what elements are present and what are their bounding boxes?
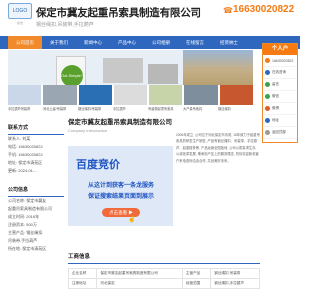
- business-table: 企业名称 保定市冀友起重吊索具制造有限公司 主营产品 钢丝绳扣,吊装带 注册地址 河北保定…: [67, 268, 260, 289]
- product-thumb[interactable]: [184, 85, 218, 105]
- company-logo[interactable]: LOGO: [8, 3, 32, 19]
- top-icon: [265, 130, 270, 135]
- nav-item-3[interactable]: 产品中心: [110, 36, 144, 49]
- panel-item-label: 16630020822: [272, 58, 294, 63]
- panel-item[interactable]: 微博: [263, 103, 297, 115]
- product-thumbnails: [8, 85, 253, 105]
- company-info-line: 吊装带,手拉葫芦: [8, 238, 38, 243]
- table-cell: 钢丝绳扣,手拉葫芦: [210, 278, 260, 289]
- business-heading: 工商信息: [68, 252, 260, 264]
- contact-heading: 联系方式: [8, 122, 64, 135]
- company-info-heading: 公司信息: [8, 184, 64, 197]
- panel-item[interactable]: 在线咨询: [263, 67, 297, 79]
- map-icon: [265, 118, 270, 123]
- company-info-line: 主营产品: 钢丝绳扣,: [8, 230, 44, 235]
- ad-banner[interactable]: 百度竞价 从这计到获客一条龙服务 保证搜索结果页面到展示 点击查看 ▶ ☝: [68, 146, 173, 226]
- table-cell: 注册地址: [67, 278, 98, 289]
- company-info-list: 公司名称: 保定市冀友 起重吊索具制造有限公司 成立时间: 2016年 注册资本: 5…: [8, 197, 64, 253]
- main-nav: 公司首页 关于我们 新闻中心 产品中心 公司相册 在线留言 招贤纳士: [0, 36, 300, 49]
- ad-logo: 百度竞价: [76, 159, 120, 171]
- product-thumb[interactable]: [113, 85, 148, 105]
- panel-item[interactable]: 微信: [263, 91, 297, 103]
- panel-item-label: 在线咨询: [272, 70, 286, 74]
- banner-product-image-2: [148, 64, 178, 84]
- phone-icon: [265, 58, 270, 63]
- sidebar: 联系方式 联系人: 刘某电话: 16630020822 手机: 166300208…: [8, 122, 64, 253]
- phone-icon: ☎: [223, 6, 233, 15]
- product-caption[interactable]: 手拉葫芦吊装带: [8, 106, 43, 111]
- nav-item-1[interactable]: 关于我们: [42, 36, 76, 49]
- table-cell: 企业名称: [67, 268, 98, 279]
- nav-item-4[interactable]: 公司相册: [144, 36, 178, 49]
- panel-item-label: 微博: [272, 106, 279, 110]
- company-intro: 2006年成立, 公司位于河北保定市清苑, 18年致力于起重吊索具的研发生产销售…: [176, 133, 260, 163]
- product-thumb[interactable]: [8, 85, 42, 105]
- header-phone[interactable]: 16630020822: [233, 4, 294, 15]
- panel-heading: 个人户: [263, 44, 297, 55]
- panel-item[interactable]: 留言: [263, 79, 297, 91]
- hero-banner[interactable]: Got Simple?: [8, 50, 253, 85]
- company-info-line: 起重吊索具制造有限公司: [8, 206, 52, 211]
- panel-item[interactable]: 16630020822: [263, 55, 297, 67]
- panel-item-label: 微信: [272, 94, 279, 98]
- table-cell: 经营范围: [181, 278, 212, 289]
- table-row: 企业名称 保定市冀友起重吊索具制造有限公司 主营产品 钢丝绳扣,吊装带: [67, 268, 260, 279]
- panel-item-label: 返回顶部: [272, 130, 286, 134]
- ad-line-1: 从这计到获客一条龙服务: [88, 183, 155, 189]
- company-info-line: 成立时间: 2016年: [8, 214, 40, 219]
- weibo-icon: [265, 106, 270, 111]
- product-thumb[interactable]: [78, 85, 112, 105]
- table-cell: 保定市冀友起重吊索具制造有限公司: [96, 268, 183, 279]
- contact-line: 地址: 保定市清苑区: [8, 160, 43, 165]
- chat-icon: [265, 70, 270, 75]
- ad-line-2: 保证搜索结果页面到展示: [88, 194, 155, 200]
- panel-item-label: 地址: [272, 118, 279, 122]
- pointer-hand-icon: ☝: [128, 217, 136, 223]
- banner-product-image: [103, 58, 143, 83]
- header: LOGO 标志 保定市冀友起重吊索具制造有限公司 钢丝绳扣,吊装带,手拉葫芦 ☎…: [0, 0, 300, 36]
- product-thumb[interactable]: [219, 85, 253, 105]
- nav-item-2[interactable]: 新闻中心: [76, 36, 110, 49]
- main-content: 保定市冀友起重吊索具制造有限公司 Company Introduction 百度…: [68, 110, 260, 226]
- panel-item[interactable]: 返回顶部: [263, 127, 297, 139]
- contact-line: 电话: 16630020822: [8, 144, 43, 149]
- company-info-line: 所在地: 保定市清苑区: [8, 246, 47, 251]
- contact-line: 更新: 2024-01-...: [8, 168, 38, 173]
- table-cell: 河北保定: [96, 278, 183, 289]
- bag-label: Got Simple?: [61, 65, 83, 85]
- company-info-line: 公司名称: 保定市冀友: [8, 198, 47, 203]
- bag-image: Got Simple?: [56, 56, 86, 85]
- company-name: 保定市冀友起重吊索具制造有限公司: [36, 7, 201, 19]
- main-title: 保定市冀友起重吊索具制造有限公司: [68, 119, 172, 126]
- product-thumb[interactable]: [43, 85, 77, 105]
- contact-line: 联系人: 刘某: [8, 136, 31, 141]
- table-cell: 主营产品: [181, 268, 212, 279]
- message-icon: [265, 82, 270, 87]
- table-cell: 钢丝绳扣,吊装带: [210, 268, 260, 279]
- product-thumb[interactable]: [149, 85, 183, 105]
- panel-item[interactable]: 地址: [263, 115, 297, 127]
- nav-item-0[interactable]: 公司首页: [8, 36, 42, 49]
- business-info: 工商信息 企业名称 保定市冀友起重吊索具制造有限公司 主营产品 钢丝绳扣,吊装带 注册地…: [67, 252, 260, 289]
- nav-item-6[interactable]: 招贤纳士: [212, 36, 246, 49]
- table-row: 注册地址 河北保定 经营范围 钢丝绳扣,手拉葫芦: [67, 278, 260, 289]
- banner-yard-image: [183, 50, 253, 85]
- contact-list: 联系人: 刘某电话: 16630020822 手机: 16630020822 地址:…: [8, 135, 64, 175]
- company-info-line: 注册资本: 500万: [8, 222, 37, 227]
- floating-contact-panel: 个人户 16630020822 在线咨询留言微信微博地址返回顶部: [262, 43, 298, 143]
- company-subtitle: 钢丝绳扣,吊装带,手拉葫芦: [36, 22, 94, 28]
- logo-caption: 标志: [16, 21, 23, 25]
- panel-item-label: 留言: [272, 82, 279, 86]
- wechat-icon: [265, 94, 270, 99]
- contact-line: 手机: 16630020822: [8, 152, 43, 157]
- nav-item-5[interactable]: 在线留言: [178, 36, 212, 49]
